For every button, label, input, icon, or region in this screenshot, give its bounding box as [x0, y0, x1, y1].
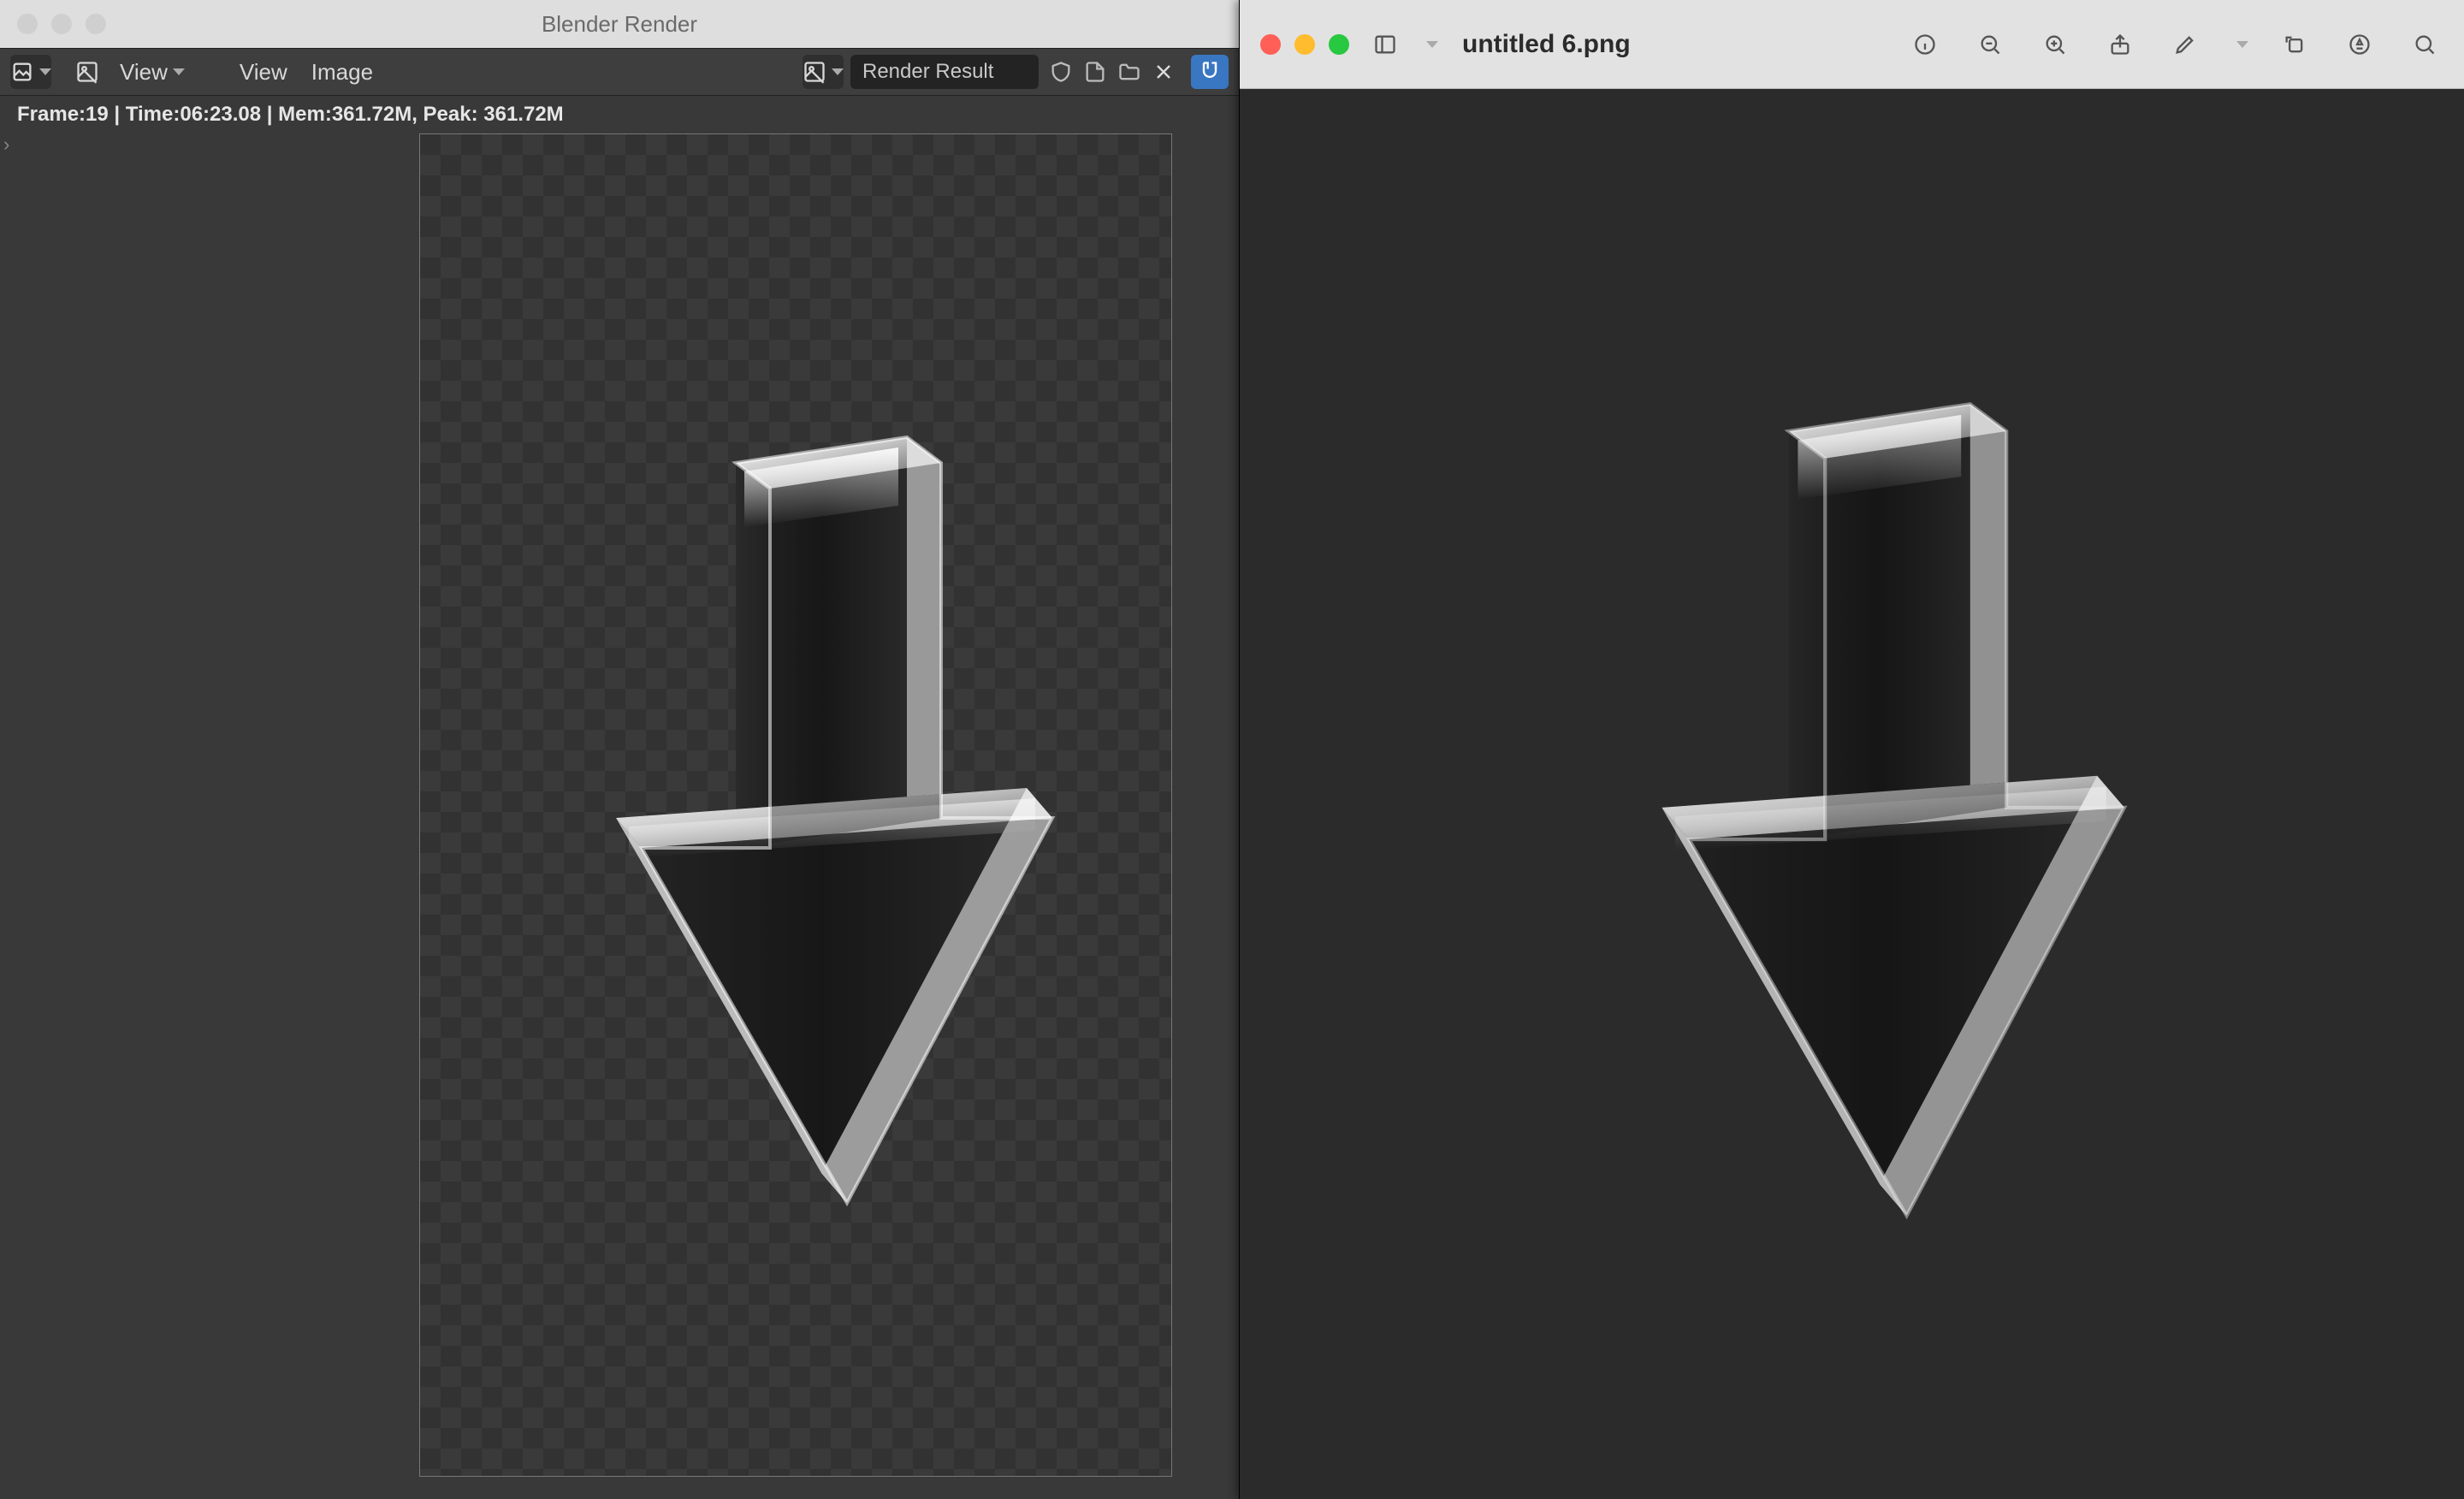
- blender-titlebar[interactable]: Blender Render: [0, 0, 1239, 48]
- window-traffic-lights[interactable]: [1260, 34, 1349, 55]
- fake-user-toggle[interactable]: [1045, 56, 1076, 87]
- render-slot-name-input[interactable]: [850, 55, 1039, 89]
- folder-icon: [1117, 60, 1141, 84]
- close-icon: [1152, 60, 1176, 84]
- unlink-image-button[interactable]: [1148, 56, 1179, 87]
- info-button[interactable]: [1906, 26, 1944, 63]
- search-icon: [2413, 33, 2437, 56]
- preview-window: untitled 6.png: [1239, 0, 2464, 1499]
- snap-toggle[interactable]: [1191, 55, 1229, 89]
- menu-label: View: [120, 59, 168, 86]
- pencil-icon: [2173, 33, 2197, 56]
- preview-titlebar[interactable]: untitled 6.png: [1240, 0, 2464, 89]
- share-button[interactable]: [2101, 26, 2139, 63]
- zoom-in-icon: [2043, 33, 2067, 56]
- traffic-zoom[interactable]: [1329, 34, 1349, 55]
- sidebar-menu[interactable]: [1421, 26, 1438, 63]
- editor-type-dropdown[interactable]: [10, 55, 51, 89]
- image-icon: [75, 60, 99, 84]
- open-image-button[interactable]: [1114, 56, 1145, 87]
- image-editor-icon: [10, 60, 34, 84]
- traffic-minimize[interactable]: [1294, 34, 1315, 55]
- rotate-button[interactable]: [2276, 26, 2313, 63]
- rotate-icon: [2283, 33, 2307, 56]
- chevron-down-icon: [173, 68, 185, 75]
- sidebar-expander[interactable]: ›: [3, 133, 17, 147]
- view-menu-1[interactable]: View: [108, 55, 197, 89]
- zoom-out-button[interactable]: [1971, 26, 2009, 63]
- sidebar-toggle[interactable]: [1366, 26, 1404, 63]
- sidebar-icon: [1373, 33, 1397, 56]
- zoom-in-button[interactable]: [2036, 26, 2074, 63]
- render-image: [420, 134, 1171, 1476]
- display-mode-dropdown[interactable]: [67, 55, 108, 89]
- traffic-close[interactable]: [1260, 34, 1281, 55]
- info-icon: [1913, 33, 1937, 56]
- zoom-out-icon: [1978, 33, 2002, 56]
- image-viewport[interactable]: ›: [0, 130, 1239, 1499]
- view-menu-2[interactable]: View: [228, 55, 299, 89]
- chevron-down-icon: [1426, 41, 1438, 48]
- window-title: Blender Render: [0, 11, 1239, 38]
- blender-toolbar: View View Image: [0, 48, 1239, 96]
- arrow-down-3d: [505, 377, 1087, 1233]
- preview-image-canvas[interactable]: [1240, 89, 2464, 1499]
- chevron-down-icon: [39, 68, 51, 75]
- image-icon: [803, 60, 826, 84]
- blender-window: Blender Render View View Image: [0, 0, 1239, 1499]
- traffic-zoom[interactable]: [86, 14, 106, 34]
- traffic-minimize[interactable]: [51, 14, 72, 34]
- document-title[interactable]: untitled 6.png: [1462, 30, 1631, 59]
- render-status-line: Frame:19 | Time:06:23.08 | Mem:361.72M, …: [0, 96, 1239, 130]
- chevron-down-icon: [832, 68, 844, 75]
- markup-button[interactable]: [2166, 26, 2204, 63]
- arrow-down-3d-preview: [1519, 341, 2186, 1247]
- highlight-button[interactable]: [2341, 26, 2378, 63]
- magnet-icon: [1198, 60, 1222, 84]
- traffic-close[interactable]: [17, 14, 38, 34]
- shield-icon: [1049, 60, 1073, 84]
- render-result-frame: [419, 133, 1172, 1477]
- menu-label: Image: [311, 59, 373, 86]
- image-browse-dropdown[interactable]: [803, 55, 844, 89]
- markup-menu[interactable]: [2231, 26, 2248, 63]
- menu-label: View: [240, 59, 287, 86]
- search-button[interactable]: [2406, 26, 2443, 63]
- new-file-icon: [1083, 60, 1107, 84]
- window-traffic-lights[interactable]: [17, 14, 106, 34]
- chevron-down-icon: [2236, 41, 2248, 48]
- new-image-button[interactable]: [1080, 56, 1111, 87]
- image-menu[interactable]: Image: [299, 55, 385, 89]
- share-icon: [2108, 33, 2132, 56]
- highlighter-icon: [2348, 33, 2372, 56]
